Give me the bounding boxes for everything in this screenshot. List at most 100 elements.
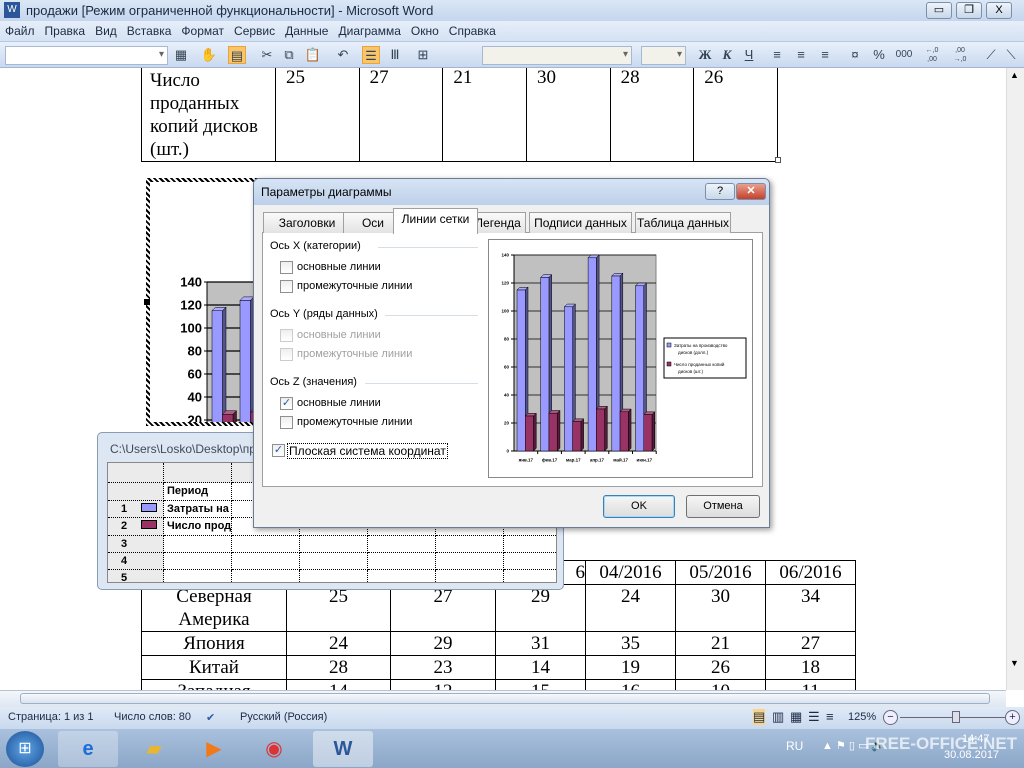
gridline-checkbox[interactable] (280, 348, 293, 361)
sheet-header-cell[interactable]: 4 (108, 553, 164, 570)
thousands-button[interactable]: 000 (892, 46, 916, 64)
sheet-cell[interactable] (232, 553, 300, 570)
data-table-icon[interactable]: ⊞ (414, 46, 432, 64)
sheet-cell[interactable] (164, 536, 232, 553)
checkbox-label[interactable]: промежуточные линии (297, 280, 412, 292)
input-language[interactable]: RU (786, 739, 803, 753)
gridline-checkbox[interactable]: ✓ (280, 397, 293, 410)
sheet-cell[interactable]: Затраты на п (164, 501, 232, 518)
datasheet-icon[interactable]: ▤ (228, 46, 246, 64)
draft-icon[interactable]: ≡ (826, 709, 834, 724)
clock-date[interactable]: 30.08.2017 (944, 749, 999, 761)
menu-insert[interactable]: Вставка (122, 21, 177, 38)
menu-format[interactable]: Формат (176, 21, 229, 38)
close-button[interactable]: X (986, 2, 1012, 19)
align-center-icon[interactable]: ≡ (792, 46, 810, 64)
by-row-icon[interactable]: ☰ (362, 46, 380, 64)
word-taskbar-icon[interactable]: W (313, 731, 373, 767)
menu-edit[interactable]: Правка (40, 21, 91, 38)
zoom-in-button[interactable]: + (1005, 710, 1020, 725)
underline-button[interactable]: Ч (740, 46, 758, 64)
cancel-button[interactable]: Отмена (686, 495, 760, 518)
sheet-cell[interactable] (300, 553, 368, 570)
sheet-header-cell[interactable]: 3 (108, 536, 164, 553)
gridline-checkbox[interactable] (280, 280, 293, 293)
sheet-cell[interactable] (164, 570, 232, 582)
percent-button[interactable]: % (870, 46, 888, 64)
page-count[interactable]: Страница: 1 из 1 (8, 711, 94, 723)
font-size-combo[interactable] (641, 46, 686, 65)
file-explorer-icon[interactable]: ▰ (124, 731, 184, 767)
sheet-header-cell[interactable]: 1 (108, 501, 164, 518)
tab-4[interactable]: Подписи данных (529, 212, 632, 233)
sheet-cell[interactable] (504, 553, 556, 570)
decrease-decimal-button[interactable]: ,00 →,0 (948, 46, 972, 64)
sheet-cell[interactable] (232, 536, 300, 553)
checkbox-label[interactable]: основные линии (297, 397, 381, 409)
zoom-slider-thumb[interactable] (951, 711, 960, 723)
tab-3[interactable]: Легенда (470, 212, 526, 233)
cut-icon[interactable]: ✂ (258, 46, 276, 64)
sheet-cell[interactable]: Период (164, 483, 232, 501)
currency-icon[interactable]: ¤ (846, 46, 864, 64)
sheet-header-cell[interactable] (108, 483, 164, 501)
sheet-header-cell[interactable]: 5 (108, 570, 164, 582)
angle-ccw-icon[interactable]: ⟋ (982, 46, 1000, 64)
chart-objects-combo[interactable] (5, 46, 168, 65)
menu-help[interactable]: Справка (444, 21, 501, 38)
gridline-checkbox[interactable] (280, 416, 293, 429)
tab-2[interactable]: Линии сетки (393, 208, 478, 234)
bold-button[interactable]: Ж (696, 46, 714, 64)
sheet-cell[interactable] (300, 570, 368, 582)
zoom-level[interactable]: 125% (848, 711, 876, 723)
scroll-up-icon[interactable]: ▲ (1010, 70, 1019, 80)
next-page-icon[interactable]: ▼ (1010, 658, 1019, 668)
align-right-icon[interactable]: ≡ (816, 46, 834, 64)
paste-icon[interactable]: 📋 (304, 46, 322, 64)
sheet-cell[interactable] (368, 536, 436, 553)
spellcheck-icon[interactable]: ✔ (206, 711, 215, 724)
sheet-cell[interactable] (436, 570, 504, 582)
table-resize-handle[interactable] (775, 157, 781, 163)
zoom-out-button[interactable]: − (883, 710, 898, 725)
sheet-header-cell[interactable]: 2 (108, 518, 164, 536)
tab-0[interactable]: Заголовки (263, 212, 351, 233)
sheet-cell[interactable] (368, 570, 436, 582)
menu-tools[interactable]: Сервис (229, 21, 280, 38)
checkbox-box[interactable]: ✓ (272, 444, 285, 457)
sheet-header-cell[interactable] (108, 463, 164, 483)
sheet-cell[interactable] (436, 553, 504, 570)
italic-button[interactable]: К (718, 46, 736, 64)
undo-icon[interactable]: ↶ (334, 46, 352, 64)
print-layout-icon[interactable]: ▤ (753, 709, 766, 725)
ok-button[interactable]: OK (603, 495, 675, 518)
language[interactable]: Русский (Россия) (240, 711, 327, 723)
copy-icon[interactable]: ⧉ (280, 46, 298, 64)
checkbox-label[interactable]: промежуточные линии (297, 348, 412, 360)
sheet-cell[interactable] (436, 536, 504, 553)
media-player-icon[interactable]: ▶ (184, 731, 244, 767)
menu-chart[interactable]: Диаграмма (333, 21, 405, 38)
gridline-checkbox[interactable] (280, 329, 293, 342)
internet-explorer-icon[interactable]: e (58, 731, 118, 767)
help-button[interactable]: ? (705, 183, 735, 200)
menu-file[interactable]: Файл (0, 21, 40, 38)
sheet-cell[interactable] (368, 553, 436, 570)
word-count[interactable]: Число слов: 80 (114, 711, 191, 723)
menu-window[interactable]: Окно (406, 21, 444, 38)
minimize-button[interactable]: ▭ (926, 2, 952, 19)
sheet-cell[interactable] (504, 536, 556, 553)
scroll-thumb[interactable] (20, 693, 990, 704)
menu-view[interactable]: Вид (90, 21, 122, 38)
sheet-cell[interactable] (164, 553, 232, 570)
sheet-header-cell[interactable] (164, 463, 232, 483)
outline-icon[interactable]: ☰ (808, 709, 820, 725)
chrome-icon[interactable]: ◉ (244, 731, 304, 767)
by-column-icon[interactable]: Ⅲ (386, 46, 404, 64)
checkbox-label[interactable]: основные линии (297, 329, 381, 341)
flat-coordinates-checkbox[interactable]: ✓ (272, 444, 285, 457)
dialog-close-button[interactable]: ✕ (736, 183, 766, 200)
gridline-checkbox[interactable] (280, 261, 293, 274)
tab-5[interactable]: Таблица данных (635, 212, 731, 233)
restore-button[interactable]: ❐ (956, 2, 982, 19)
